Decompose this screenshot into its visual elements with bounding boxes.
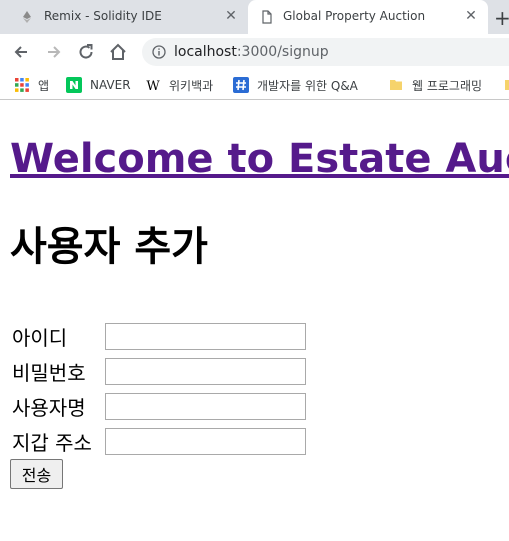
url-host: localhost — [174, 44, 237, 60]
submit-button[interactable]: 전송 — [10, 459, 63, 489]
tab-title: Remix - Solidity IDE — [44, 9, 162, 23]
form-row-password: 비밀번호 — [12, 357, 306, 385]
tab-global-property-auction[interactable]: Global Property Auction ✕ — [248, 0, 488, 34]
folder-icon — [390, 80, 402, 90]
close-tab-icon[interactable]: ✕ — [224, 9, 238, 23]
page-icon — [262, 10, 272, 24]
bookmark-label: NAVER — [90, 78, 131, 92]
remix-favicon-icon — [23, 11, 31, 23]
wallet-address-label: 지갑 주소 — [12, 430, 92, 455]
bookmark-label: 앱 — [38, 78, 50, 93]
password-input[interactable] — [105, 357, 306, 385]
form-row-username: 사용자명 — [12, 392, 306, 420]
bookmark-naver[interactable]: NAVER — [66, 76, 131, 94]
bookmark-label: 개발자를 위한 Q&A — [257, 78, 358, 93]
url-path: :3000/signup — [236, 44, 329, 60]
tab-title: Global Property Auction — [283, 9, 426, 23]
site-info-icon[interactable] — [152, 45, 166, 59]
url-text: localhost:3000/signup — [174, 44, 329, 60]
tab-remix[interactable]: Remix - Solidity IDE ✕ — [0, 0, 248, 34]
password-label: 비밀번호 — [12, 360, 86, 385]
bookmark-label: 웹 프로그래밍 — [412, 78, 483, 93]
bookmark-label: 위키백과 — [169, 78, 214, 93]
home-icon[interactable] — [108, 42, 128, 62]
apps-grid-icon — [15, 78, 29, 92]
address-bar[interactable]: localhost:3000/signup — [142, 38, 509, 66]
form-row-id: 아이디 — [12, 322, 306, 350]
folder-icon — [505, 80, 509, 90]
forward-arrow-icon[interactable] — [44, 42, 64, 62]
page-heading: 사용자 추가 — [10, 224, 208, 270]
wikipedia-icon: W — [146, 79, 160, 93]
tab-strip: Remix - Solidity IDE ✕ Global Property A… — [0, 0, 509, 34]
bookmarks-bar: 앱 NAVER W 위키백과 개발자를 위한 Q&A 웹 프로그래밍 — [0, 70, 509, 100]
close-tab-icon[interactable]: ✕ — [464, 9, 478, 23]
bookmark-wikipedia[interactable]: W 위키백과 — [145, 76, 213, 94]
reload-icon[interactable] — [76, 42, 96, 62]
hashtag-icon — [233, 77, 249, 93]
form-row-wallet: 지갑 주소 — [12, 427, 306, 455]
browser-toolbar: localhost:3000/signup — [0, 34, 509, 70]
id-input[interactable] — [105, 322, 306, 350]
welcome-link[interactable]: Welcome to Estate Auction — [10, 136, 509, 182]
bookmark-web-programming[interactable]: 웹 프로그래밍 — [388, 76, 482, 94]
wallet-address-input[interactable] — [105, 427, 306, 455]
bookmark-apps[interactable]: 앱 — [14, 76, 49, 94]
svg-text:W: W — [146, 79, 160, 93]
new-tab-icon[interactable]: + — [494, 6, 509, 30]
naver-icon — [66, 77, 82, 93]
page-content: Welcome to Estate Auction 사용자 추가 아이디 비밀번… — [0, 101, 509, 541]
bookmark-overflow-folder[interactable] — [503, 76, 509, 94]
username-input[interactable] — [105, 392, 306, 420]
id-label: 아이디 — [12, 325, 68, 350]
back-arrow-icon[interactable] — [11, 42, 31, 62]
username-label: 사용자명 — [12, 395, 86, 420]
bookmark-dev-qa[interactable]: 개발자를 위한 Q&A — [233, 76, 358, 94]
